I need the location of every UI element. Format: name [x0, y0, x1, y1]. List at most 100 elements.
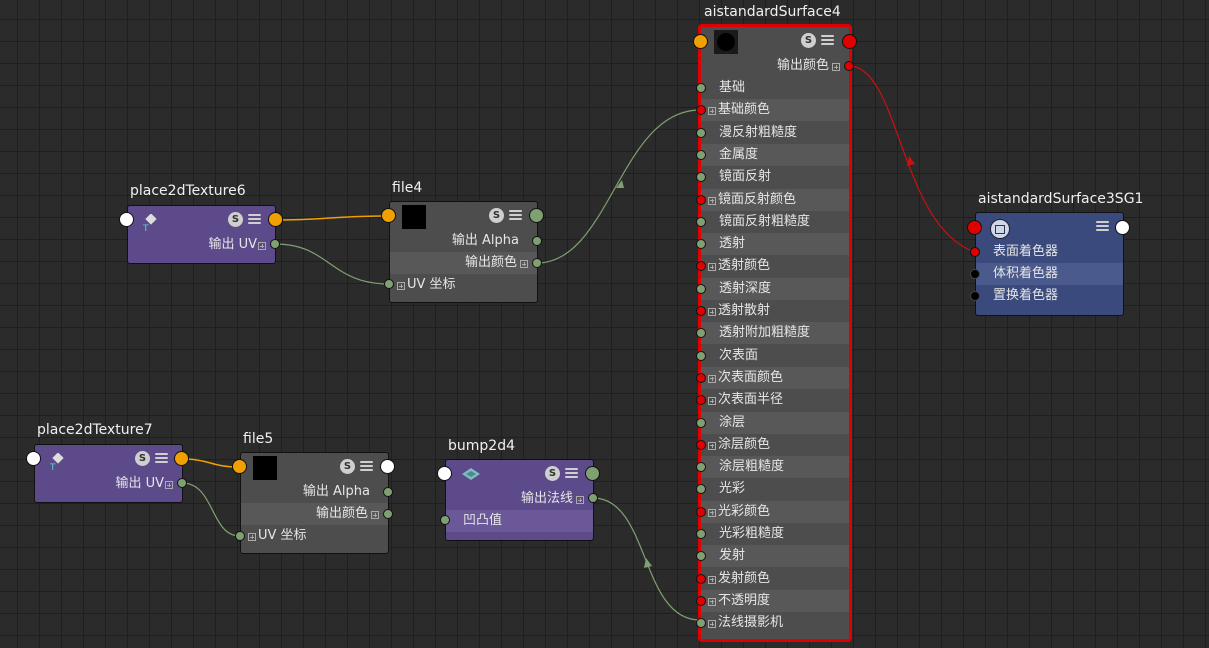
port-file5-in[interactable] — [232, 459, 247, 474]
attribute-row[interactable]: 涂层 — [701, 411, 849, 434]
port-file4-out-alpha[interactable] — [532, 236, 542, 246]
attribute-row[interactable]: 次表面半径 — [701, 389, 849, 411]
expand-icon[interactable] — [832, 63, 840, 71]
port-surface-out[interactable] — [842, 34, 857, 49]
expand-icon[interactable] — [708, 107, 716, 116]
port-sg-displacement-in[interactable] — [970, 291, 980, 301]
attribute-row[interactable]: 涂层颜色 — [701, 434, 849, 456]
attribute-row[interactable]: 透射附加粗糙度 — [701, 322, 849, 345]
attribute-row[interactable]: 次表面 — [701, 345, 849, 367]
menu-icon[interactable] — [248, 214, 261, 225]
s-icon[interactable]: S — [228, 212, 243, 227]
expand-icon[interactable] — [708, 263, 716, 272]
port-file4-in[interactable] — [381, 208, 396, 223]
port-surface-attr-in[interactable] — [696, 283, 706, 294]
port-file5-out-color[interactable] — [383, 509, 393, 519]
attribute-row[interactable]: 镜面反射粗糙度 — [701, 211, 849, 233]
node-file4[interactable]: S 输出 Alpha 输出颜色 UV 坐标 — [389, 201, 538, 303]
attribute-row[interactable]: 光彩 — [701, 478, 849, 500]
expand-icon[interactable] — [708, 597, 716, 606]
port-place6-out[interactable] — [268, 212, 283, 227]
s-icon[interactable]: S — [340, 459, 355, 474]
attribute-row[interactable]: 透射 — [701, 233, 849, 256]
port-place6-out-uv[interactable] — [270, 239, 280, 249]
expand-icon[interactable] — [576, 496, 584, 504]
attribute-row[interactable]: 法线摄影机 — [701, 612, 849, 634]
expand-icon[interactable] — [165, 481, 173, 489]
attribute-row[interactable]: 次表面颜色 — [701, 366, 849, 389]
port-surface-attr-in[interactable] — [696, 529, 706, 539]
port-surface-out-color[interactable] — [844, 61, 854, 71]
port-surface-attr-in[interactable] — [696, 149, 706, 160]
attribute-row[interactable]: 涂层粗糙度 — [701, 456, 849, 479]
expand-icon[interactable] — [708, 508, 716, 517]
node-place2dTexture7[interactable]: T S 输出 UV — [34, 444, 183, 503]
s-icon[interactable]: S — [545, 466, 560, 481]
expand-icon[interactable] — [708, 620, 716, 629]
port-file4-uv-in[interactable] — [384, 279, 394, 289]
port-surface-attr-in[interactable] — [696, 216, 706, 227]
expand-icon[interactable] — [708, 308, 716, 316]
port-place7-out[interactable] — [174, 451, 189, 466]
menu-icon[interactable] — [821, 35, 834, 46]
attribute-row[interactable]: 透射散射 — [701, 300, 849, 322]
port-file5-out[interactable] — [380, 459, 395, 474]
port-place7-in[interactable] — [26, 451, 41, 466]
attribute-row[interactable]: 基础 — [701, 77, 849, 99]
node-file5[interactable]: S 输出 Alpha 输出颜色 UV 坐标 — [240, 452, 389, 554]
expand-icon[interactable] — [520, 260, 528, 268]
expand-icon[interactable] — [248, 533, 256, 541]
expand-icon[interactable] — [708, 397, 716, 406]
expand-icon[interactable] — [708, 575, 716, 584]
attribute-row[interactable]: 金属度 — [701, 143, 849, 166]
port-surface-attr-in[interactable] — [696, 194, 706, 205]
expand-icon[interactable] — [708, 196, 716, 205]
port-surface-attr-in[interactable] — [696, 506, 706, 517]
attribute-row[interactable]: 透射颜色 — [701, 255, 849, 277]
node-bump2d4[interactable]: S 输出法线 凹凸值 — [445, 459, 594, 541]
port-place7-out-uv[interactable] — [177, 478, 187, 488]
expand-icon[interactable] — [371, 511, 379, 519]
port-file5-out-alpha[interactable] — [383, 487, 393, 497]
attribute-row[interactable]: 基础颜色 — [701, 99, 849, 122]
port-bump-out[interactable] — [585, 466, 600, 481]
attribute-row[interactable]: 光彩粗糙度 — [701, 523, 849, 545]
node-aistandardSurface3SG1[interactable]: 表面着色器 体积着色器 置换着色器 — [975, 212, 1124, 316]
s-icon[interactable]: S — [135, 451, 150, 466]
port-place6-in[interactable] — [119, 212, 134, 227]
port-sg-in[interactable] — [967, 220, 982, 235]
port-bump-out-normal[interactable] — [588, 493, 598, 503]
port-surface-attr-in[interactable] — [696, 595, 706, 606]
port-surface-attr-in[interactable] — [696, 83, 706, 93]
menu-icon[interactable] — [360, 461, 373, 472]
attribute-row[interactable]: 镜面反射颜色 — [701, 188, 849, 211]
attribute-row[interactable]: 漫反射粗糙度 — [701, 122, 849, 144]
menu-icon[interactable] — [155, 453, 168, 464]
menu-icon[interactable] — [509, 210, 522, 221]
port-bump-value-in[interactable] — [440, 515, 450, 525]
port-sg-volume-in[interactable] — [970, 269, 980, 279]
expand-icon[interactable] — [708, 441, 716, 450]
port-bump-in[interactable] — [437, 466, 452, 481]
port-surface-attr-in[interactable] — [696, 439, 706, 450]
port-sg-surface-in[interactable] — [970, 247, 980, 257]
attribute-row[interactable]: 不透明度 — [701, 589, 849, 612]
port-surface-attr-in[interactable] — [696, 350, 706, 361]
port-surface-attr-in[interactable] — [696, 127, 706, 138]
port-surface-in[interactable] — [693, 34, 708, 49]
s-icon[interactable]: S — [801, 33, 816, 48]
menu-icon[interactable] — [565, 468, 578, 479]
port-surface-attr-in[interactable] — [696, 573, 706, 584]
port-sg-out[interactable] — [1115, 220, 1130, 235]
port-surface-attr-in[interactable] — [696, 417, 706, 428]
attribute-row[interactable]: 镜面反射 — [701, 166, 849, 188]
port-file5-uv-in[interactable] — [235, 531, 245, 541]
s-icon[interactable]: S — [489, 208, 504, 223]
port-surface-attr-in[interactable] — [696, 372, 706, 383]
menu-icon[interactable] — [1096, 221, 1109, 232]
attribute-row[interactable]: 发射 — [701, 545, 849, 568]
expand-icon[interactable] — [258, 242, 266, 250]
expand-icon[interactable] — [397, 282, 405, 290]
port-surface-attr-in[interactable] — [696, 306, 706, 316]
attribute-row[interactable]: 透射深度 — [701, 277, 849, 300]
